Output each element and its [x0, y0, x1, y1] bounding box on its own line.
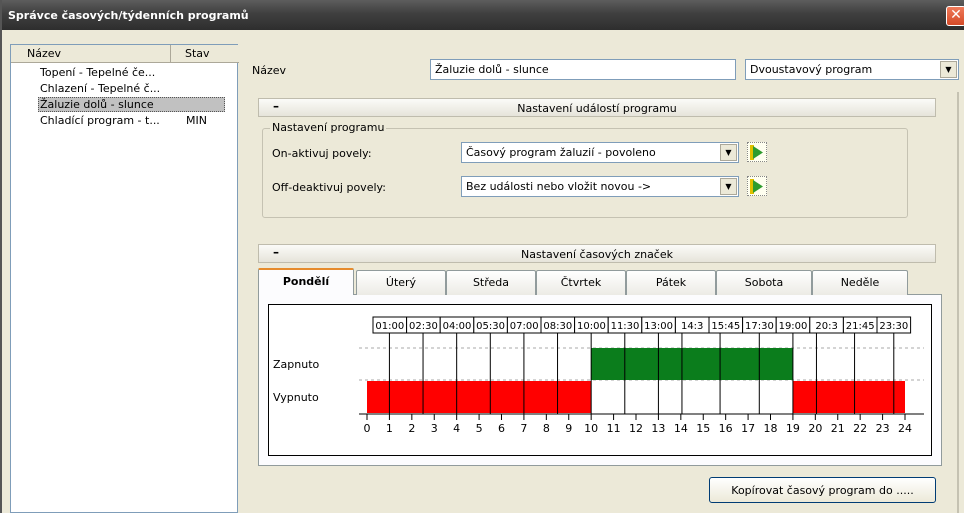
chevron-down-icon[interactable]: ▼	[940, 61, 957, 78]
time-mark-label: 15:45	[711, 321, 740, 332]
icon-part	[753, 146, 763, 159]
hour-tick-label: 14	[674, 422, 688, 435]
tab-day-2[interactable]: Středa	[446, 270, 536, 295]
time-mark-label: 14:3	[681, 321, 703, 332]
events-section-title: Nastavení událostí programu	[517, 102, 677, 115]
hour-tick-label: 8	[543, 422, 550, 435]
events-section-header[interactable]: – Nastavení událostí programu	[258, 98, 936, 117]
list-item[interactable]: Chladící program - t... MIN	[11, 112, 239, 129]
hour-tick-label: 16	[719, 422, 733, 435]
list-item[interactable]: Žaluzie dolů - slunce	[11, 96, 239, 113]
hour-tick-label: 3	[431, 422, 438, 435]
time-mark-label: 13:00	[644, 321, 673, 332]
tab-day-5[interactable]: Sobota	[716, 270, 812, 295]
hour-tick-label: 20	[808, 422, 822, 435]
name-input[interactable]: Žaluzie dolů - slunce	[430, 59, 736, 80]
on-commands-label: On-aktivuj povely:	[272, 147, 372, 160]
schedule-chart[interactable]: 0 1 2 3 4 5 6 7 8 9 10 11 12 13 14 15 16 17 18 19 20 21 22 23 24…	[268, 304, 932, 456]
icon-part	[753, 180, 763, 193]
time-mark-label: 04:00	[443, 321, 472, 332]
time-mark-label: 17:30	[745, 321, 774, 332]
hour-tick-label: 2	[408, 422, 415, 435]
hour-tick-label: 13	[651, 422, 665, 435]
time-mark-label: 02:30	[409, 321, 438, 332]
list-header: Název Stav	[11, 45, 239, 63]
program-list[interactable]: Název Stav Topení - Tepelné če... Chlazen…	[10, 44, 239, 513]
time-mark-label: 01:00	[375, 321, 404, 332]
hour-tick-label: 24	[898, 422, 912, 435]
hour-tick-label: 5	[476, 422, 483, 435]
hour-tick-label: 17	[741, 422, 755, 435]
copy-program-button[interactable]: Kopírovat časový program do .....	[709, 477, 936, 503]
right-edge-divider	[957, 92, 959, 513]
time-section-header[interactable]: – Nastavení časových značek	[258, 244, 936, 263]
list-item-name: Chladící program - t...	[40, 114, 160, 127]
time-mark-label: 07:00	[510, 321, 539, 332]
close-icon[interactable]: ✕	[946, 6, 964, 26]
hour-tick-label: 18	[764, 422, 778, 435]
title-bar[interactable]: Správce časových/týdenních programů ✕	[2, 0, 964, 30]
list-item-name: Chlazení - Tepelné č...	[40, 82, 161, 95]
time-mark-label: 21:45	[846, 321, 875, 332]
time-mark-label: 11:30	[611, 321, 640, 332]
tab-day-1[interactable]: Úterý	[356, 270, 446, 295]
name-label: Název	[252, 64, 287, 77]
hour-tick-label: 19	[786, 422, 800, 435]
hour-tick-label: 6	[498, 422, 505, 435]
hour-tick-label: 9	[565, 422, 572, 435]
time-mark-label: 19:00	[779, 321, 808, 332]
time-mark-label: 05:30	[476, 321, 505, 332]
time-section-title: Nastavení časových značek	[520, 248, 673, 261]
hour-tick-label: 1	[386, 422, 393, 435]
hour-tick-label: 12	[629, 422, 643, 435]
state-on-label: Zapnuto	[273, 358, 320, 371]
list-item-name: Žaluzie dolů - slunce	[40, 98, 154, 111]
program-manager-window: Správce časových/týdenních programů ✕ Ná…	[0, 0, 964, 513]
chevron-down-icon[interactable]: ▼	[720, 144, 737, 161]
tab-day-6[interactable]: Neděle	[812, 270, 908, 295]
hour-tick-label: 23	[876, 422, 890, 435]
time-mark-label: 23:30	[879, 321, 908, 332]
off-interval-bar	[792, 381, 905, 413]
list-item-name: Topení - Tepelné če...	[40, 66, 156, 79]
program-type-value: Dvoustavový program	[750, 63, 873, 76]
hour-tick-label: 15	[696, 422, 710, 435]
program-settings-title: Nastavení programu	[270, 121, 387, 134]
chevron-down-icon[interactable]: ▼	[720, 178, 737, 195]
hour-tick-label: 21	[831, 422, 845, 435]
schedule-chart-svg: 0 1 2 3 4 5 6 7 8 9 10 11 12 13 14 15 16 17 18 19 20 21 22 23 24…	[273, 316, 924, 435]
hour-tick-label: 10	[584, 422, 598, 435]
tab-day-4[interactable]: Pátek	[626, 270, 716, 295]
list-item[interactable]: Topení - Tepelné če...	[11, 64, 239, 81]
time-mark-label: 20:3	[815, 321, 837, 332]
on-commands-select[interactable]: Časový program žaluzií - povoleno ▼	[461, 142, 739, 163]
hour-tick-label: 11	[607, 422, 621, 435]
time-mark-label: 10:00	[577, 321, 606, 332]
list-item-state: MIN	[186, 114, 207, 127]
hour-tick-label: 4	[453, 422, 460, 435]
program-type-select[interactable]: Dvoustavový program ▼	[745, 59, 959, 80]
column-header-state[interactable]: Stav	[171, 45, 239, 63]
off-commands-value: Bez události nebo vložit novou ->	[466, 180, 652, 193]
window-title: Správce časových/týdenních programů	[8, 9, 249, 22]
state-off-label: Vypnuto	[273, 391, 319, 404]
time-mark-label: 08:30	[543, 321, 572, 332]
hour-tick-label: 0	[364, 422, 371, 435]
on-commands-edit-icon[interactable]	[747, 142, 767, 162]
list-item[interactable]: Chlazení - Tepelné č...	[11, 80, 239, 97]
off-commands-select[interactable]: Bez události nebo vložit novou -> ▼	[461, 176, 739, 197]
column-header-name[interactable]: Název	[11, 45, 171, 63]
off-commands-edit-icon[interactable]	[747, 176, 767, 196]
off-commands-label: Off-deaktivuj povely:	[272, 181, 386, 194]
on-interval-bar	[591, 348, 793, 380]
tab-day-0[interactable]: Pondělí	[258, 268, 354, 295]
hour-tick-label: 7	[520, 422, 527, 435]
hour-tick-label: 22	[853, 422, 867, 435]
tab-day-3[interactable]: Čtvrtek	[536, 270, 626, 295]
on-commands-value: Časový program žaluzií - povoleno	[466, 146, 656, 159]
